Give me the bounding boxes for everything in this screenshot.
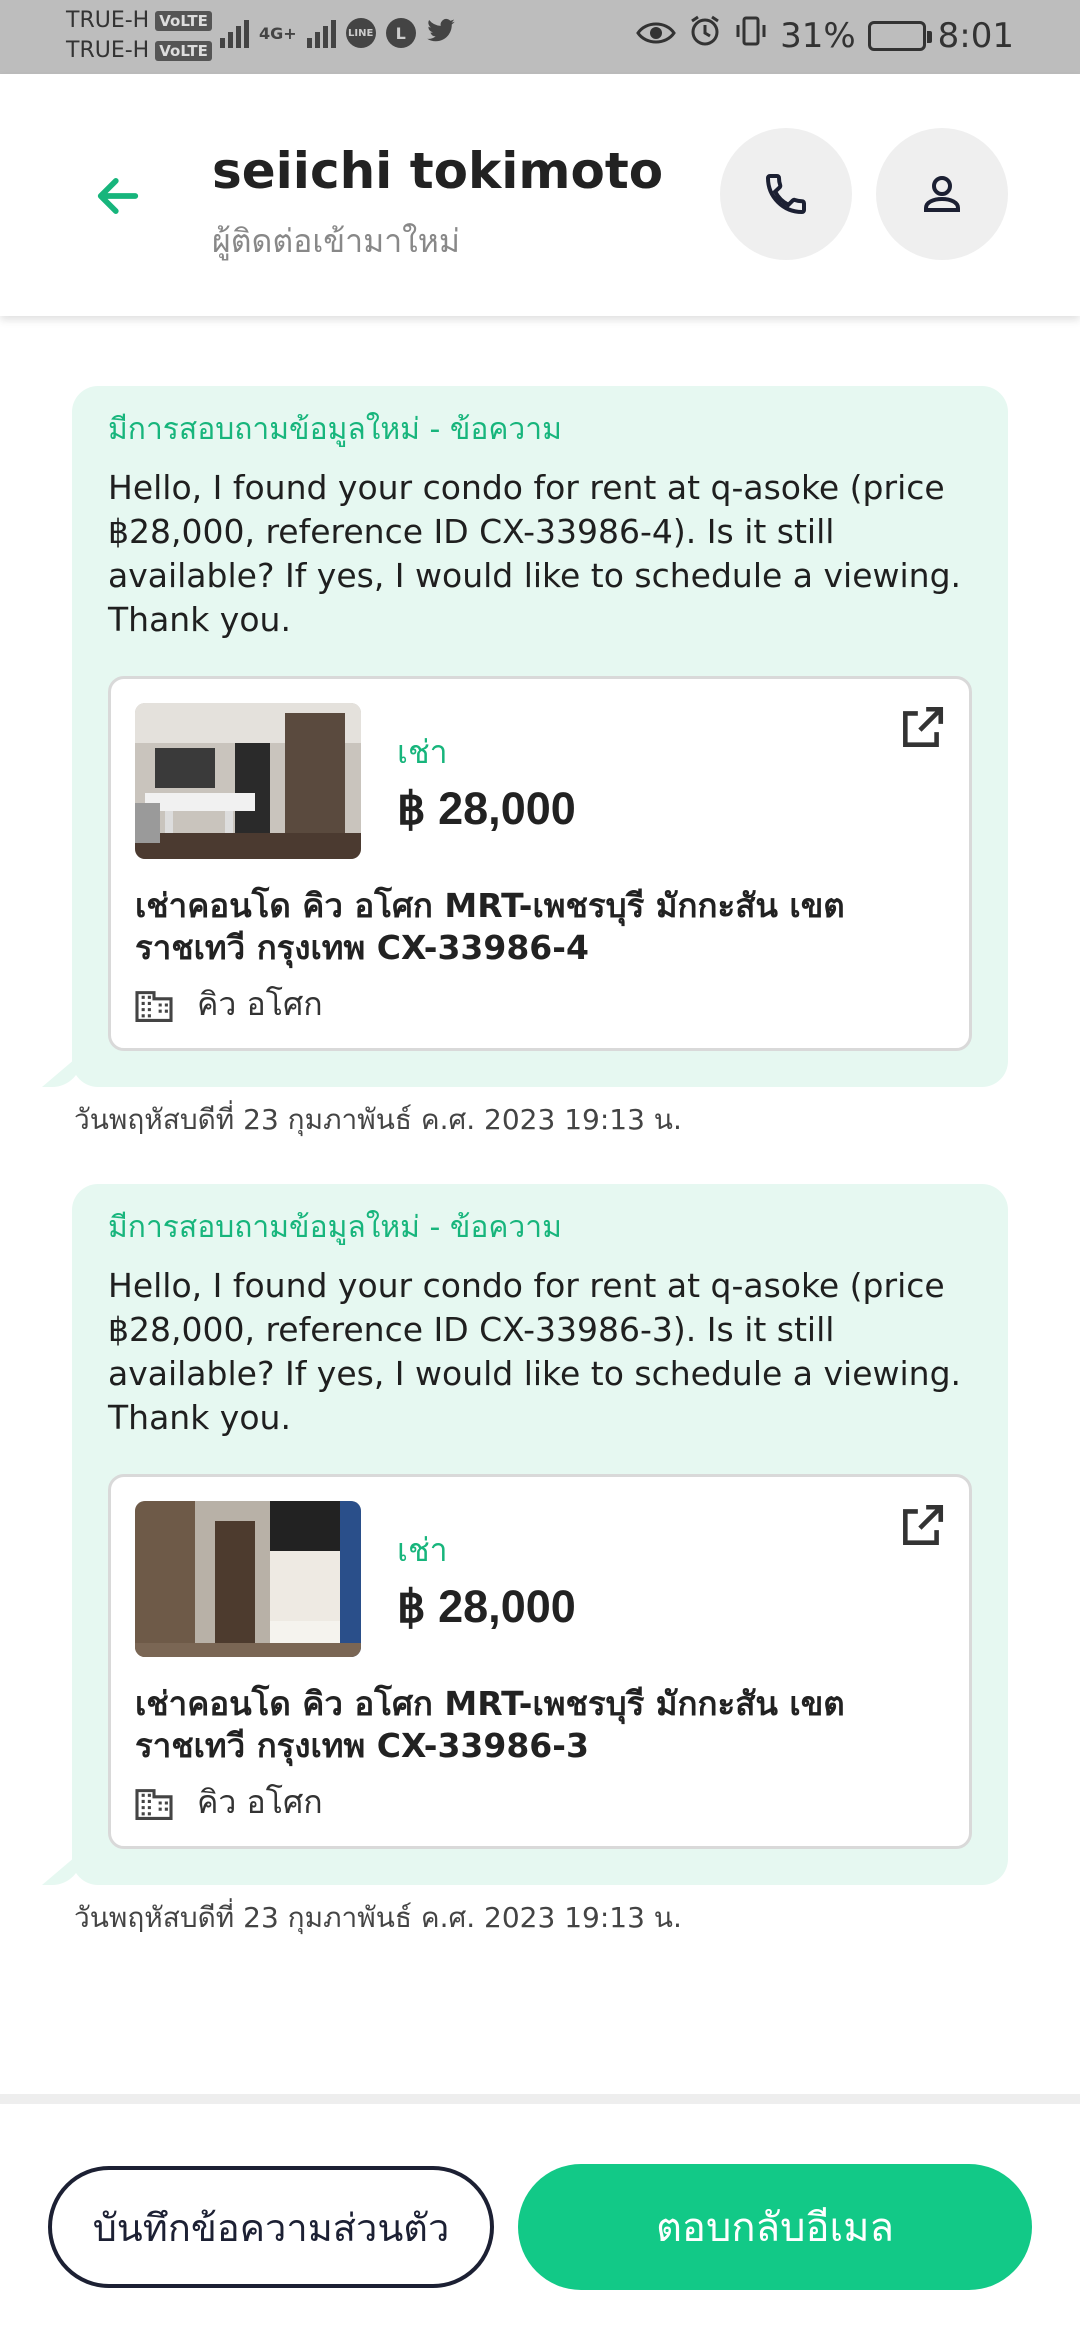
status-icons-right: 31% 8:01 xyxy=(636,14,1014,57)
signal-icon xyxy=(220,18,249,48)
listing-price: ฿ 28,000 xyxy=(397,783,576,834)
contact-status: ผู้ติดต่อเข้ามาใหม่ xyxy=(212,222,460,260)
inquiry-message: มีการสอบถามข้อมูลใหม่ - ข้อความ Hello, I… xyxy=(72,1184,1008,1885)
private-note-button[interactable]: บันทึกข้อความส่วนตัว xyxy=(48,2166,494,2288)
conversation-header: seiichi tokimoto ผู้ติดต่อเข้ามาใหม่ xyxy=(0,74,1080,316)
back-button[interactable] xyxy=(88,166,148,226)
vibrate-icon xyxy=(734,14,768,57)
message-label: มีการสอบถามข้อมูลใหม่ - ข้อความ xyxy=(108,412,562,447)
listing-title: เช่าคอนโด คิว อโศก MRT-เพชรบุรี มักกะสัน… xyxy=(135,1684,845,1765)
message-text: Hello, I found your condo for rent at q-… xyxy=(108,1266,962,1437)
carrier-2-name: TRUE-H xyxy=(66,38,150,63)
listing-type: เช่า xyxy=(397,733,448,771)
phone-icon xyxy=(765,174,806,215)
message-timestamp: วันพฤหัสบดีที่ 23 กุมภาพันธ์ ค.ศ. 2023 1… xyxy=(74,1103,682,1136)
contact-profile-button[interactable] xyxy=(876,128,1008,260)
carrier-1: TRUE-H VoLTE xyxy=(66,6,212,36)
status-bar: TRUE-H VoLTE TRUE-H VoLTE 4G+ LINE L 31%… xyxy=(0,0,1080,74)
volte-badge: VoLTE xyxy=(155,41,212,61)
signal-icon xyxy=(306,18,336,48)
network-type: 4G+ xyxy=(259,23,297,43)
listing-photo xyxy=(135,703,361,859)
carrier-2: TRUE-H VoLTE xyxy=(66,36,212,66)
clock: 8:01 xyxy=(937,15,1014,56)
listing-building: คิว อโศก xyxy=(197,985,323,1023)
message-timestamp: วันพฤหัสบดีที่ 23 กุมภาพันธ์ ค.ศ. 2023 1… xyxy=(74,1901,682,1934)
listing-photo xyxy=(135,1501,361,1657)
listing-card[interactable]: เช่า ฿ 28,000 เช่าคอนโด คิว อโศก MRT-เพช… xyxy=(108,1474,972,1849)
status-icons-left: 4G+ LINE L xyxy=(220,18,456,48)
battery-icon xyxy=(867,20,932,51)
building-icon xyxy=(135,990,173,1022)
open-external-icon[interactable] xyxy=(897,1501,947,1551)
line-app-icon: LINE xyxy=(345,18,376,48)
listing-type: เช่า xyxy=(397,1531,448,1569)
eye-icon xyxy=(636,16,676,56)
battery-percent: 31% xyxy=(780,15,856,56)
listing-card[interactable]: เช่า ฿ 28,000 เช่าคอนโด คิว อโศก MRT-เพช… xyxy=(108,676,972,1051)
message-text: Hello, I found your condo for rent at q-… xyxy=(108,468,962,639)
twitter-icon xyxy=(426,18,456,48)
back-arrow-icon xyxy=(97,178,139,214)
carrier-info: TRUE-H VoLTE TRUE-H VoLTE xyxy=(66,6,212,66)
listing-price: ฿ 28,000 xyxy=(397,1581,576,1632)
person-icon xyxy=(924,176,960,212)
volte-badge: VoLTE xyxy=(155,11,212,31)
action-bar: บันทึกข้อความส่วนตัว ตอบกลับอีเมล xyxy=(0,2094,1080,2340)
message-label: มีการสอบถามข้อมูลใหม่ - ข้อความ xyxy=(108,1210,562,1245)
reply-email-button[interactable]: ตอบกลับอีเมล xyxy=(518,2164,1032,2290)
l-app-icon: L xyxy=(385,18,416,48)
listing-building: คิว อโศก xyxy=(197,1783,323,1821)
building-icon xyxy=(135,1788,173,1820)
open-external-icon[interactable] xyxy=(897,703,947,753)
inquiry-message: มีการสอบถามข้อมูลใหม่ - ข้อความ Hello, I… xyxy=(72,386,1008,1087)
listing-title: เช่าคอนโด คิว อโศก MRT-เพชรบุรี มักกะสัน… xyxy=(135,886,845,967)
call-button[interactable] xyxy=(720,128,852,260)
contact-name: seiichi tokimoto xyxy=(212,142,664,200)
alarm-icon xyxy=(688,14,722,57)
carrier-1-name: TRUE-H xyxy=(66,8,150,33)
